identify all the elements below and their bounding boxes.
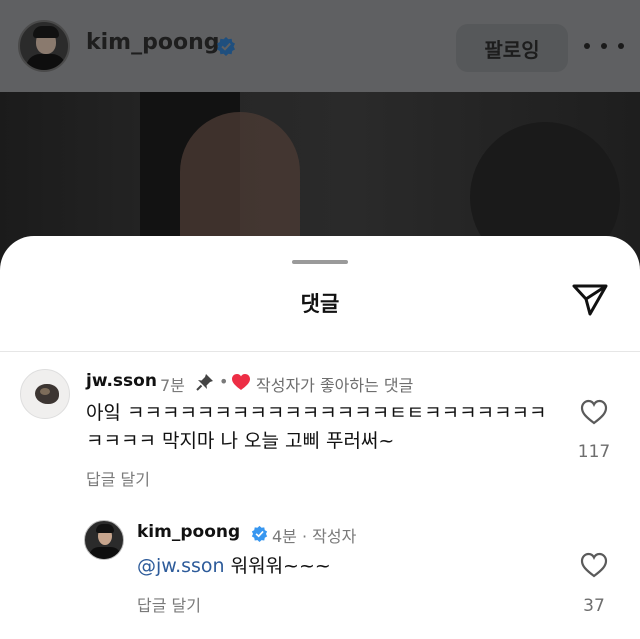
following-button[interactable]: 팔로잉 [456, 24, 568, 72]
reply-button[interactable]: 답글 달기 [137, 592, 201, 616]
pin-icon [196, 374, 213, 391]
comment-time: 7분 [160, 376, 185, 395]
red-heart-icon [232, 374, 250, 390]
liked-by-author-label: 작성자가 좋아하는 댓글 [256, 376, 414, 395]
reply-like-count: 37 [583, 596, 605, 616]
comment-username[interactable]: jw.sson [86, 371, 157, 391]
reply-avatar[interactable] [84, 520, 124, 560]
comment-like-count: 117 [577, 442, 611, 462]
reply-meta: 4분 · 작성자 [272, 527, 357, 546]
verified-badge-icon [217, 37, 235, 56]
heart-outline-icon[interactable] [580, 552, 608, 578]
comments-sheet: 댓글 jw.sson 7분 • 작성자가 좋아하는 댓글 아잌 ㅋㅋㅋㅋㅋㅋㅋㅋ… [0, 236, 640, 639]
reply-button[interactable]: 답글 달기 [86, 466, 150, 490]
meta-separator: • [219, 372, 229, 391]
more-dots-icon[interactable] [584, 36, 624, 56]
reply-username[interactable]: kim_poong [137, 522, 240, 542]
divider [0, 351, 640, 352]
author-username[interactable]: kim_poong [86, 30, 219, 55]
reply-text: @jw.sson 워워워~~~ [137, 551, 331, 578]
reply-mention[interactable]: @jw.sson [137, 555, 225, 577]
sheet-grabber[interactable] [292, 260, 348, 264]
verified-badge-icon [251, 525, 268, 542]
author-avatar[interactable] [18, 20, 70, 72]
commenter-avatar[interactable] [20, 369, 70, 419]
post-header: kim_poong 팔로잉 [0, 0, 640, 92]
reply-body: 워워워~~~ [224, 555, 331, 577]
heart-outline-icon[interactable] [580, 399, 608, 425]
send-icon[interactable] [570, 282, 610, 318]
sheet-title: 댓글 [300, 292, 340, 316]
comment-text: 아잌 ㅋㅋㅋㅋㅋㅋㅋㅋㅋㅋㅋㅋㅋㅋㅋㅌㅌㅋㅋㅋㅋㅋㅋㅋㅋㅋㅋㅋ 막지마 나 오늘… [86, 402, 547, 452]
